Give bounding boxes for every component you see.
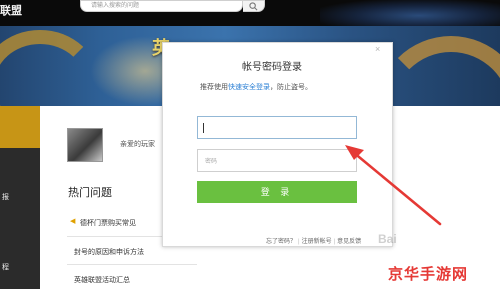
site-watermark: 京华手游网 [388, 266, 469, 283]
greeting-text: 亲爱的玩家 [120, 141, 155, 148]
modal-title: 帐号密码登录 [242, 62, 302, 73]
account-field[interactable] [197, 116, 357, 139]
speaker-icon: ◀ [70, 218, 76, 225]
avatar[interactable] [67, 128, 103, 162]
link-separator: | [298, 239, 300, 245]
banner-decoration [0, 30, 100, 106]
hot-questions-title: 热门问题 [68, 187, 112, 199]
banner-decoration-right [376, 36, 500, 106]
subtitle-prefix: 推荐使用 [200, 84, 228, 91]
brand-logo-text[interactable]: 联盟 [0, 2, 22, 18]
header-artwork [320, 0, 500, 26]
divider [67, 264, 197, 265]
hot-question-link[interactable]: 英雄联盟活动汇总 [74, 275, 130, 285]
hot-question-link[interactable]: 封号的原因和申诉方法 [74, 247, 144, 257]
search-button[interactable] [243, 0, 265, 12]
password-field[interactable]: 密码 [197, 149, 357, 172]
password-placeholder: 密码 [205, 159, 218, 165]
login-button[interactable]: 登 录 [197, 181, 357, 203]
modal-subtitle: 推荐使用快速安全登录，防止盗号。 [200, 82, 312, 92]
left-nav-item[interactable]: 报 [2, 192, 9, 202]
baidu-watermark: Bai [378, 232, 397, 246]
feedback-link[interactable]: 意见反馈 [337, 239, 361, 245]
annotation-arrow [345, 145, 442, 226]
hot-question-link[interactable]: 德杯门票购买常见 [80, 218, 136, 228]
forgot-password-link[interactable]: 忘了密码？ [266, 239, 296, 245]
search-placeholder: 请输入搜索的问题 [91, 3, 140, 9]
close-icon[interactable]: × [375, 45, 380, 54]
subtitle-suffix: ，防止盗号。 [270, 84, 312, 91]
quick-login-link[interactable]: 快速安全登录 [228, 84, 270, 91]
modal-footer-links: 忘了密码？ | 注册新帐号 | 意见反馈 [266, 236, 361, 245]
top-header: 联盟 请输入搜索的问题 [0, 0, 500, 26]
search-input[interactable]: 请输入搜索的问题 [80, 0, 243, 12]
left-nav-active-item[interactable] [0, 106, 40, 148]
left-nav-item[interactable]: 程 [2, 262, 9, 272]
search-icon [249, 2, 258, 11]
text-caret [203, 123, 204, 133]
link-separator: | [333, 239, 336, 245]
register-link[interactable]: 注册新帐号 [302, 239, 332, 245]
